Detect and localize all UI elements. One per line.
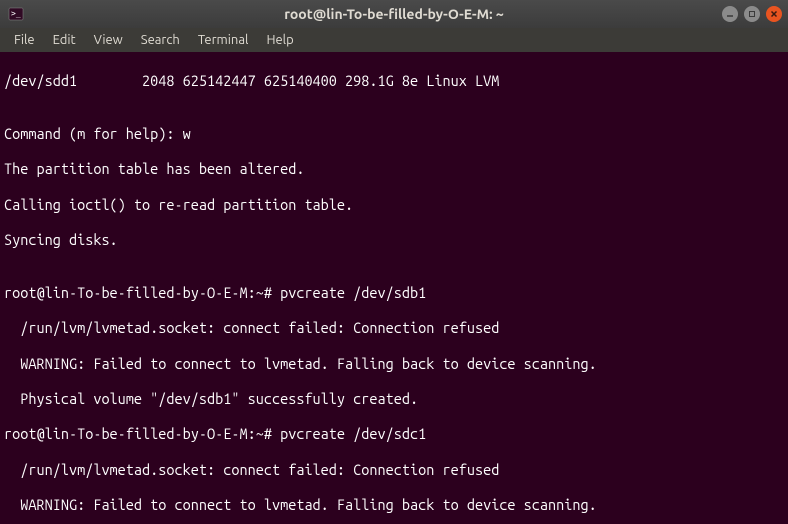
svg-text:>_: >_ [11, 9, 21, 18]
menu-view[interactable]: View [86, 31, 131, 49]
menu-edit[interactable]: Edit [45, 31, 84, 49]
terminal-line: /run/lvm/lvmetad.socket: connect failed:… [4, 461, 784, 479]
window-titlebar: >_ root@lin-To-be-filled-by-O-E-M: ~ [0, 0, 788, 28]
terminal-line: Command (m for help): w [4, 125, 784, 143]
menu-search[interactable]: Search [133, 31, 188, 49]
terminal-output[interactable]: /dev/sdd1 2048 625142447 625140400 298.1… [0, 52, 788, 524]
menu-help[interactable]: Help [258, 31, 301, 49]
terminal-line: root@lin-To-be-filled-by-O-E-M:~# pvcrea… [4, 425, 784, 443]
menubar: File Edit View Search Terminal Help [0, 28, 788, 52]
minimize-button[interactable] [722, 6, 738, 22]
menu-terminal[interactable]: Terminal [190, 31, 257, 49]
maximize-button[interactable] [744, 6, 760, 22]
terminal-line: Calling ioctl() to re-read partition tab… [4, 196, 784, 214]
menu-file[interactable]: File [6, 31, 43, 49]
terminal-line: /dev/sdd1 2048 625142447 625140400 298.1… [4, 72, 784, 90]
terminal-line: root@lin-To-be-filled-by-O-E-M:~# pvcrea… [4, 284, 784, 302]
terminal-line: Syncing disks. [4, 231, 784, 249]
window-controls [722, 6, 782, 22]
close-button[interactable] [766, 6, 782, 22]
terminal-app-icon: >_ [8, 6, 24, 22]
terminal-line: Physical volume "/dev/sdb1" successfully… [4, 390, 784, 408]
terminal-line: /run/lvm/lvmetad.socket: connect failed:… [4, 319, 784, 337]
terminal-line: WARNING: Failed to connect to lvmetad. F… [4, 496, 784, 514]
terminal-line: The partition table has been altered. [4, 160, 784, 178]
terminal-line: WARNING: Failed to connect to lvmetad. F… [4, 355, 784, 373]
window-title: root@lin-To-be-filled-by-O-E-M: ~ [284, 6, 504, 22]
